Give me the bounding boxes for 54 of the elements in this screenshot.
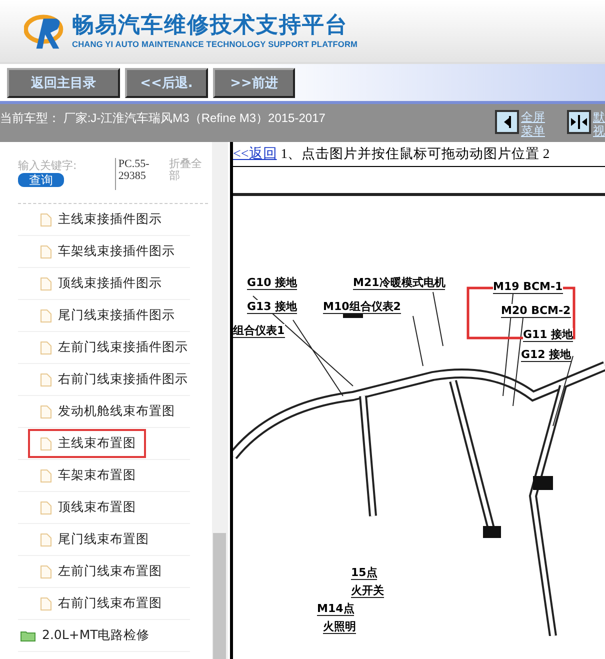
document-icon — [40, 340, 52, 354]
nav-button[interactable]: 返回主目录 — [7, 68, 120, 98]
document-icon — [40, 564, 52, 578]
tree-item[interactable]: 左前门线束布置图 — [28, 557, 172, 586]
site-subtitle: CHANG YI AUTO MAINTENANCE TECHNOLOGY SUPPORT PLATFORM — [72, 39, 358, 49]
diagram-label: G11 接地 — [523, 328, 574, 342]
nav-button[interactable]: <<后退. — [125, 68, 208, 98]
document-icon — [40, 500, 52, 514]
search-label: 输入关键字: — [18, 158, 78, 173]
tree-item[interactable]: 右前门线束接插件图示 — [28, 365, 198, 394]
diagram-label: M19 BCM-1 — [493, 280, 563, 294]
diagram-label: 组合仪表1 — [233, 324, 285, 338]
diagram-label: G12 接地 — [521, 348, 572, 362]
back-link[interactable]: <<返回 — [233, 145, 277, 163]
document-icon — [40, 436, 52, 450]
split-arrows-icon[interactable] — [567, 110, 591, 134]
search-button[interactable]: 查询 — [18, 173, 64, 187]
diagram-label: M10组合仪表2 — [323, 300, 401, 314]
document-icon — [40, 276, 52, 290]
document-icon — [40, 596, 52, 610]
diagram-label: G10 接地 — [247, 276, 298, 290]
tree-item[interactable]: 左前门线束接插件图示 — [28, 333, 198, 362]
document-icon — [40, 308, 52, 322]
car-model-text: 当前车型： 厂家:J-江淮汽车瑞风M3（Refine M3）2015-2017 — [0, 110, 326, 127]
scrollbar[interactable] — [212, 142, 228, 659]
tree-item[interactable]: 右前门线束布置图 — [28, 589, 172, 618]
folder-icon — [20, 630, 36, 642]
diagram-label: M14点 — [317, 602, 354, 616]
tree-item[interactable]: 顶线束接插件图示 — [28, 269, 172, 298]
diagram-label: 15点 — [351, 566, 378, 580]
tree-item[interactable]: 顶线束布置图 — [28, 493, 146, 522]
instruction-text: 1、点击图片并按住鼠标可拖动动图片位置 2 — [280, 145, 550, 163]
tree-item[interactable]: 尾门线束接插件图示 — [28, 301, 185, 330]
tree-item[interactable]: 主线束接插件图示 — [28, 205, 172, 234]
search-field[interactable]: PC.55-29385 — [115, 158, 166, 190]
document-icon — [40, 372, 52, 386]
tree-item[interactable]: 主线束布置图 — [28, 429, 146, 458]
tree-item[interactable]: 车架束布置图 — [28, 461, 146, 490]
nav-button[interactable]: >>前进 — [213, 68, 295, 98]
tree-item[interactable]: 尾门线束布置图 — [28, 525, 159, 554]
tree-item[interactable]: 2.0L+MT电路检修 — [8, 621, 160, 650]
diagram-label: G13 接地 — [247, 300, 298, 314]
tree-item[interactable]: 发动机舱线束布置图 — [28, 397, 185, 426]
document-icon — [40, 468, 52, 482]
diagram-label: 火开关 — [351, 584, 384, 598]
diagram-label: M21冷暖模式电机 — [353, 276, 446, 290]
document-icon — [40, 404, 52, 418]
document-icon — [40, 244, 52, 258]
site-title: 畅易汽车维修技术支持平台 — [72, 13, 349, 39]
tree-item[interactable]: 车架线束接插件图示 — [28, 237, 185, 266]
diagram-label: 火照明 — [323, 620, 356, 634]
diagram-label: M20 BCM-2 — [501, 304, 571, 318]
document-icon — [40, 212, 52, 226]
document-icon — [40, 532, 52, 546]
